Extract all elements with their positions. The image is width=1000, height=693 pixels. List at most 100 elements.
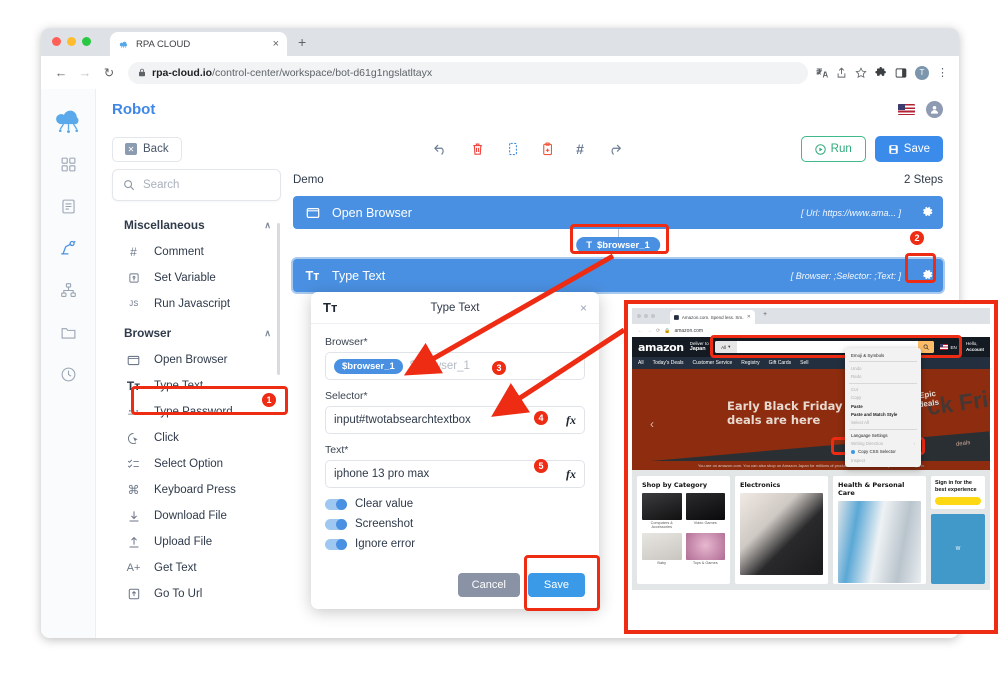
subnav-all[interactable]: All — [638, 360, 644, 366]
back-icon[interactable]: ← — [50, 62, 72, 84]
category-cell[interactable]: Baby — [642, 533, 682, 565]
subnav-todays-deals[interactable]: Today's Deals — [653, 360, 684, 366]
toggle-switch[interactable] — [325, 498, 347, 510]
category-cell[interactable]: Computers & Accessories — [642, 493, 682, 529]
sidebar-item-robot[interactable] — [41, 227, 95, 269]
save-button[interactable]: Save — [874, 136, 943, 162]
fx-button[interactable]: fx — [566, 413, 576, 428]
redo-button[interactable] — [607, 143, 622, 156]
step-type-text[interactable]: Tт Type Text [ Browser: ;Selector: ;Text… — [293, 259, 943, 292]
browser-field[interactable]: $browser_1 $browser_1 — [325, 352, 585, 380]
category-cell[interactable]: Toys & Games — [685, 533, 725, 565]
cancel-button[interactable]: Cancel — [457, 573, 520, 597]
window-controls[interactable] — [52, 37, 91, 46]
profile-avatar[interactable]: T — [915, 65, 929, 80]
paste-button[interactable] — [541, 142, 553, 156]
amazon-logo[interactable]: amazon — [638, 341, 684, 354]
new-tab-icon[interactable]: + — [298, 35, 306, 49]
subnav-sell[interactable]: Sell — [800, 360, 808, 366]
action-item-keyboard-press[interactable]: ⌘ Keyboard Press — [112, 477, 281, 503]
variable-pill[interactable]: T $browser_1 — [576, 237, 660, 253]
translate-icon[interactable] — [816, 67, 828, 79]
search-input[interactable]: Search — [112, 169, 281, 201]
dialog-save-button[interactable]: Save — [527, 573, 585, 597]
action-item-download-file[interactable]: Download File — [112, 503, 281, 529]
shot-forward-icon[interactable]: → — [647, 328, 652, 334]
group-header-miscellaneous[interactable]: Miscellaneous ∧ — [112, 209, 281, 239]
promo-card[interactable]: W — [931, 514, 985, 584]
subnav-customer-service[interactable]: Customer Service — [693, 360, 733, 366]
toggle-clear-value[interactable]: Clear value — [325, 498, 585, 510]
close-tab-icon[interactable]: × — [273, 38, 279, 50]
category-cell[interactable]: Video Games — [685, 493, 725, 529]
shot-url[interactable]: amazon.com — [674, 328, 703, 334]
shot-reload-icon[interactable]: ⟳ — [656, 328, 660, 334]
shot-close-tab-icon[interactable]: ✕ — [747, 314, 751, 320]
action-item-select-option[interactable]: Select Option — [112, 451, 281, 477]
copy-button[interactable] — [506, 142, 518, 156]
user-avatar[interactable] — [926, 100, 943, 118]
action-item-click[interactable]: Click — [112, 425, 281, 451]
step-settings-gear-icon[interactable] — [921, 268, 934, 284]
action-item-type-password[interactable]: Type Password — [112, 399, 281, 425]
forward-icon[interactable]: → — [74, 62, 96, 84]
url-bar[interactable]: rpa-cloud.io/control-center/workspace/bo… — [128, 61, 808, 84]
sidebar-item-history[interactable] — [41, 353, 95, 395]
sidebar-item-workflows[interactable] — [41, 269, 95, 311]
side-panel-icon[interactable] — [895, 67, 907, 79]
fx-button[interactable]: fx — [566, 467, 576, 482]
action-item-run-javascript[interactable]: JS Run Javascript — [112, 291, 281, 317]
account-menu[interactable]: Hello, Account — [966, 341, 984, 353]
shot-new-tab-icon[interactable]: + — [763, 311, 767, 318]
action-item-get-text[interactable]: A+ Get Text — [112, 555, 281, 581]
actions-list[interactable]: Miscellaneous ∧ # Comment Set Variable J… — [112, 209, 281, 638]
sidebar-item-dashboard[interactable] — [41, 143, 95, 185]
card-electronics[interactable]: Electronics — [735, 476, 828, 584]
close-window-dot[interactable] — [52, 37, 61, 46]
subnav-gift-cards[interactable]: Gift Cards — [769, 360, 792, 366]
context-item-copy-css-selector[interactable]: Copy CSS Selector — [845, 448, 921, 456]
action-item-comment[interactable]: # Comment — [112, 239, 281, 265]
hash-button[interactable]: # — [576, 141, 584, 157]
app-logo[interactable] — [41, 97, 95, 143]
signin-button[interactable] — [935, 497, 981, 506]
context-item-emoji[interactable]: Emoji & Symbols — [845, 351, 921, 359]
step-open-browser[interactable]: Open Browser [ Url: https://www.ama... ] — [293, 196, 943, 229]
browser-tab[interactable]: RPA CLOUD × — [110, 32, 287, 56]
context-item-paste[interactable]: Paste — [845, 402, 921, 410]
run-button[interactable]: Run — [800, 136, 866, 162]
undo-button[interactable] — [433, 143, 448, 156]
search-category-dropdown[interactable]: All ▾ — [714, 341, 737, 353]
toggle-switch[interactable] — [325, 538, 347, 550]
action-item-set-variable[interactable]: Set Variable — [112, 265, 281, 291]
action-item-go-to-url[interactable]: Go To Url — [112, 581, 281, 607]
delete-button[interactable] — [471, 142, 483, 156]
signin-card[interactable]: Sign in for the best experience — [931, 476, 985, 510]
toggle-switch[interactable] — [325, 518, 347, 530]
language-selector[interactable]: EN ▾ — [940, 344, 961, 350]
card-health-personal-care[interactable]: Health & Personal Care — [833, 476, 926, 584]
minimize-window-dot[interactable] — [67, 37, 76, 46]
sidebar-item-documents[interactable] — [41, 185, 95, 227]
extensions-puzzle-icon[interactable] — [875, 66, 887, 79]
group-header-browser[interactable]: Browser ∧ — [112, 317, 281, 347]
sidebar-item-files[interactable] — [41, 311, 95, 353]
toggle-ignore-error[interactable]: Ignore error — [325, 538, 585, 550]
carousel-prev-icon[interactable]: ‹ — [650, 417, 654, 431]
share-icon[interactable] — [836, 66, 847, 79]
deliver-to[interactable]: Deliver to Japan — [690, 341, 709, 354]
language-flag-icon[interactable] — [898, 103, 915, 115]
close-icon[interactable]: × — [580, 301, 587, 315]
step-settings-gear-icon[interactable] — [921, 205, 934, 221]
maximize-window-dot[interactable] — [82, 37, 91, 46]
action-item-type-text[interactable]: Tт Type Text — [112, 373, 281, 399]
card-shop-by-category[interactable]: Shop by Category Computers & Accessories… — [637, 476, 730, 584]
shot-tab[interactable]: Amazon.com. Spend less. Sm... ✕ — [670, 310, 755, 324]
action-item-upload-file[interactable]: Upload File — [112, 529, 281, 555]
back-button[interactable]: ✕ Back — [112, 136, 182, 162]
context-item-language-settings[interactable]: Language Settings — [845, 432, 921, 440]
toggle-screenshot[interactable]: Screenshot — [325, 518, 585, 530]
action-item-open-browser[interactable]: Open Browser — [112, 347, 281, 373]
browser-menu-icon[interactable]: ⋮ — [937, 66, 948, 79]
subnav-registry[interactable]: Registry — [741, 360, 759, 366]
